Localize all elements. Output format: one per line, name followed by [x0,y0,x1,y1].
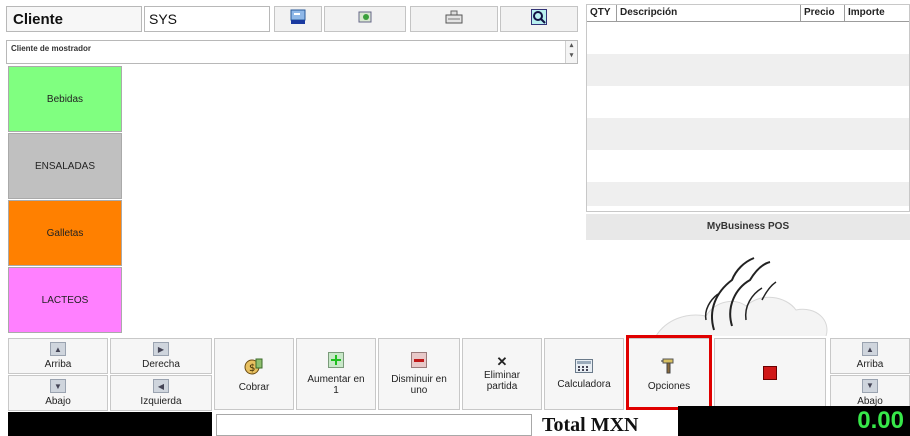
nav-right-button[interactable]: ▶ Derecha [110,338,212,374]
nav-up-label: Arriba [44,359,72,370]
table-row[interactable] [587,86,909,118]
stop-button[interactable] [714,338,826,410]
minus-icon [411,352,427,371]
category-label: Galletas [46,227,84,239]
keyboard-button[interactable] [410,6,498,32]
arrow-down-icon: ▼ [862,378,878,393]
cobrar-button[interactable]: $ Cobrar [214,338,294,410]
arrow-up-icon: ▲ [50,342,66,356]
nav-left-button[interactable]: ◀ Izquierda [110,375,212,411]
col-amount: Importe [848,7,885,18]
nav-left-label: Izquierda [140,396,182,407]
money-icon: $ [244,356,264,379]
close-icon: ✕ [496,354,508,369]
client-code-field[interactable]: SYS [144,6,270,32]
arrow-left-icon: ◀ [153,379,169,393]
search-button[interactable] [500,6,578,32]
category-lacteos[interactable]: LACTEOS [8,267,122,333]
category-ensaladas[interactable]: ENSALADAS [8,133,122,199]
client-name-field[interactable]: Cliente de mostrador ▴ ▾ [6,40,578,64]
category-bebidas[interactable]: Bebidas [8,66,122,132]
category-label: Bebidas [46,93,84,105]
increase-button[interactable]: Aumentar en 1 [296,338,376,410]
order-table-header: QTY Descripción Precio Importe [587,5,909,22]
nav-down-button[interactable]: ▼ Abajo [8,375,108,411]
nav-down-label: Abajo [45,396,71,407]
client-name-scrollbar[interactable]: ▴ ▾ [565,41,577,63]
category-galletas[interactable]: Galletas [8,200,122,266]
calculator-label: Calculadora [557,378,611,390]
category-label: LACTEOS [41,294,89,306]
col-qty: QTY [587,5,617,21]
client-name-text: Cliente de mostrador [11,44,92,53]
status-panel [8,412,212,436]
arrow-down-icon: ▼ [50,379,66,393]
brand-logo [586,240,910,337]
total-value: 0.00 [678,406,910,436]
brand-title: MyBusiness POS [586,214,910,240]
picture-icon [358,10,372,28]
table-row[interactable] [587,182,909,206]
list-down-label: Abajo [857,395,883,407]
client-label: Cliente [6,6,142,32]
calculator-button[interactable]: Calculadora [544,338,624,410]
table-row[interactable] [587,54,909,86]
list-up-button[interactable]: ▲ Arriba [830,338,910,374]
keyboard-icon [445,10,463,29]
col-price: Precio [801,5,845,21]
arrow-up-icon: ▲ [862,342,878,356]
increase-label: Aumentar en 1 [307,374,365,396]
search-icon [531,8,547,30]
nav-up-button[interactable]: ▲ Arriba [8,338,108,374]
order-table[interactable]: QTY Descripción Precio Importe [586,4,910,212]
list-down-button[interactable]: ▼ Abajo [830,375,910,410]
category-label: ENSALADAS [34,160,96,172]
table-row[interactable] [587,150,909,182]
hammer-icon [659,357,679,378]
card-icon [290,9,306,30]
nav-right-label: Derecha [142,359,180,370]
delete-item-label: Eliminar partida [483,370,521,392]
col-description: Descripción [617,5,801,21]
pos-window: Cliente SYS Cliente de mostrador ▴ ▾ Bebi… [0,0,910,436]
svg-text:$: $ [249,363,255,374]
delete-item-button[interactable]: ✕ Eliminar partida [462,338,542,410]
arrow-right-icon: ▶ [153,342,169,356]
options-label: Opciones [647,380,691,392]
plus-icon [328,352,344,371]
card-button[interactable] [274,6,322,32]
table-row[interactable] [587,22,909,54]
list-up-label: Arriba [856,359,884,370]
calculator-icon [575,358,593,376]
decrease-button[interactable]: Disminuir en uno [378,338,460,410]
picture-button[interactable] [324,6,406,32]
stop-icon [763,365,777,383]
decrease-label: Disminuir en uno [391,374,447,396]
total-label: Total MXN [542,414,639,436]
barcode-input[interactable] [216,414,532,436]
table-row[interactable] [587,118,909,150]
cobrar-label: Cobrar [238,381,270,393]
options-button[interactable]: Opciones [628,338,710,410]
